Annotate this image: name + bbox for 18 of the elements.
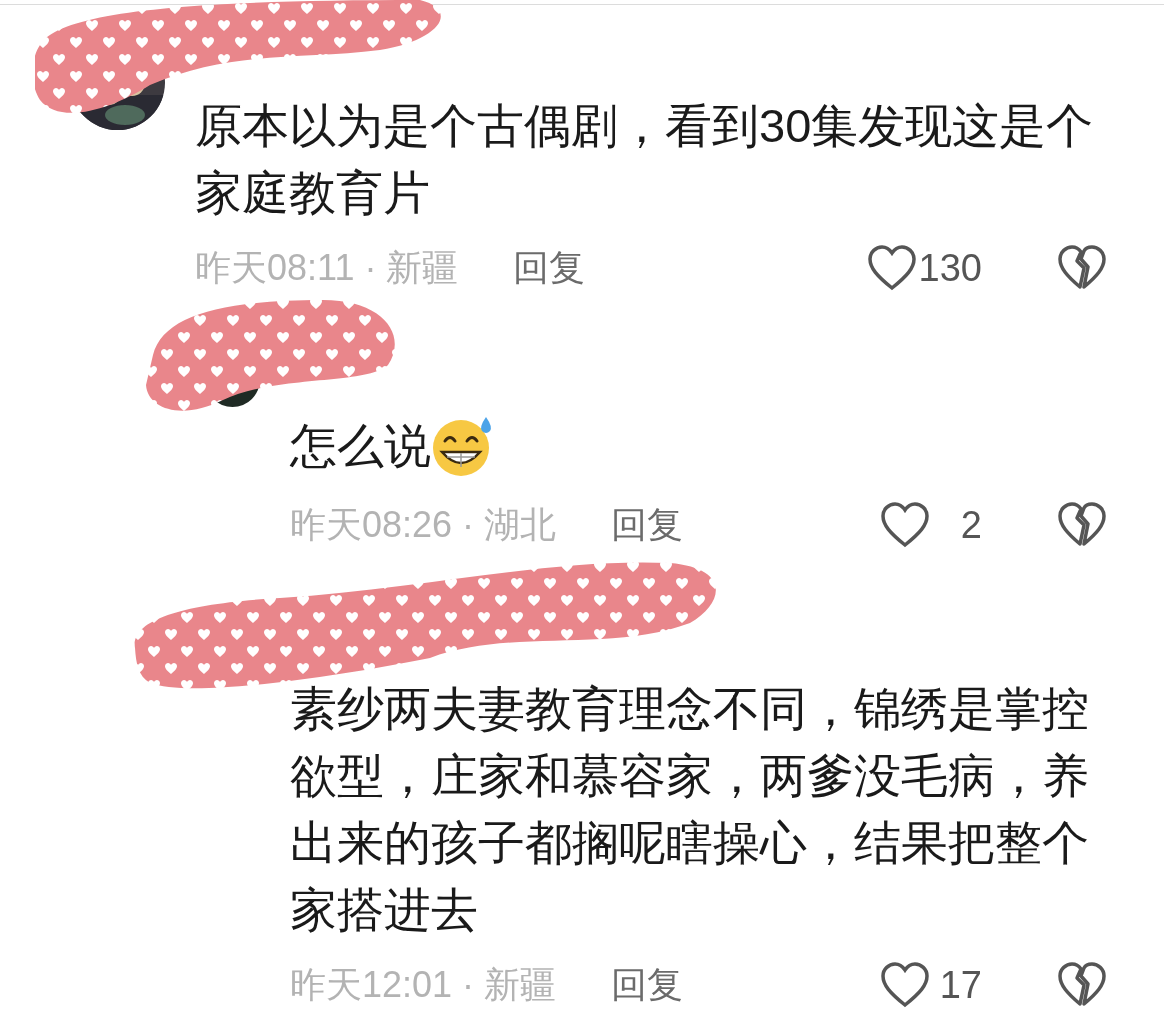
comment-meta: 昨天12:01 · 新疆	[290, 963, 557, 1007]
reply-button[interactable]: 回复	[611, 958, 684, 1012]
comment-text: 原本以为是个古偶剧，看到30集发现这是个家庭教育片	[195, 98, 1095, 221]
like-count: 17	[938, 962, 982, 1008]
comment-meta: 昨天08:11 · 新疆	[195, 246, 459, 290]
broken-heart-icon[interactable]	[1057, 244, 1107, 292]
like-icon[interactable]	[880, 501, 930, 549]
like-icon[interactable]	[880, 961, 930, 1009]
like-count: 130	[918, 245, 982, 291]
like-icon[interactable]	[866, 244, 917, 292]
broken-heart-icon[interactable]	[1057, 501, 1107, 549]
comment-text: 素纱两夫妻教育理念不同，锦绣是掌控欲型，庄家和慕容家，两爹没毛病，养出来的孩子都搁呢瞎操心，结果把整个家搭进去	[290, 681, 1090, 938]
comment-text: 怎么说	[290, 418, 431, 474]
broken-heart-icon[interactable]	[1057, 961, 1107, 1009]
like-count: 2	[959, 502, 982, 548]
reply-button[interactable]: 回复	[513, 241, 586, 295]
comment-meta: 昨天08:26 · 湖北	[290, 503, 557, 547]
reply-button[interactable]: 回复	[611, 498, 684, 552]
